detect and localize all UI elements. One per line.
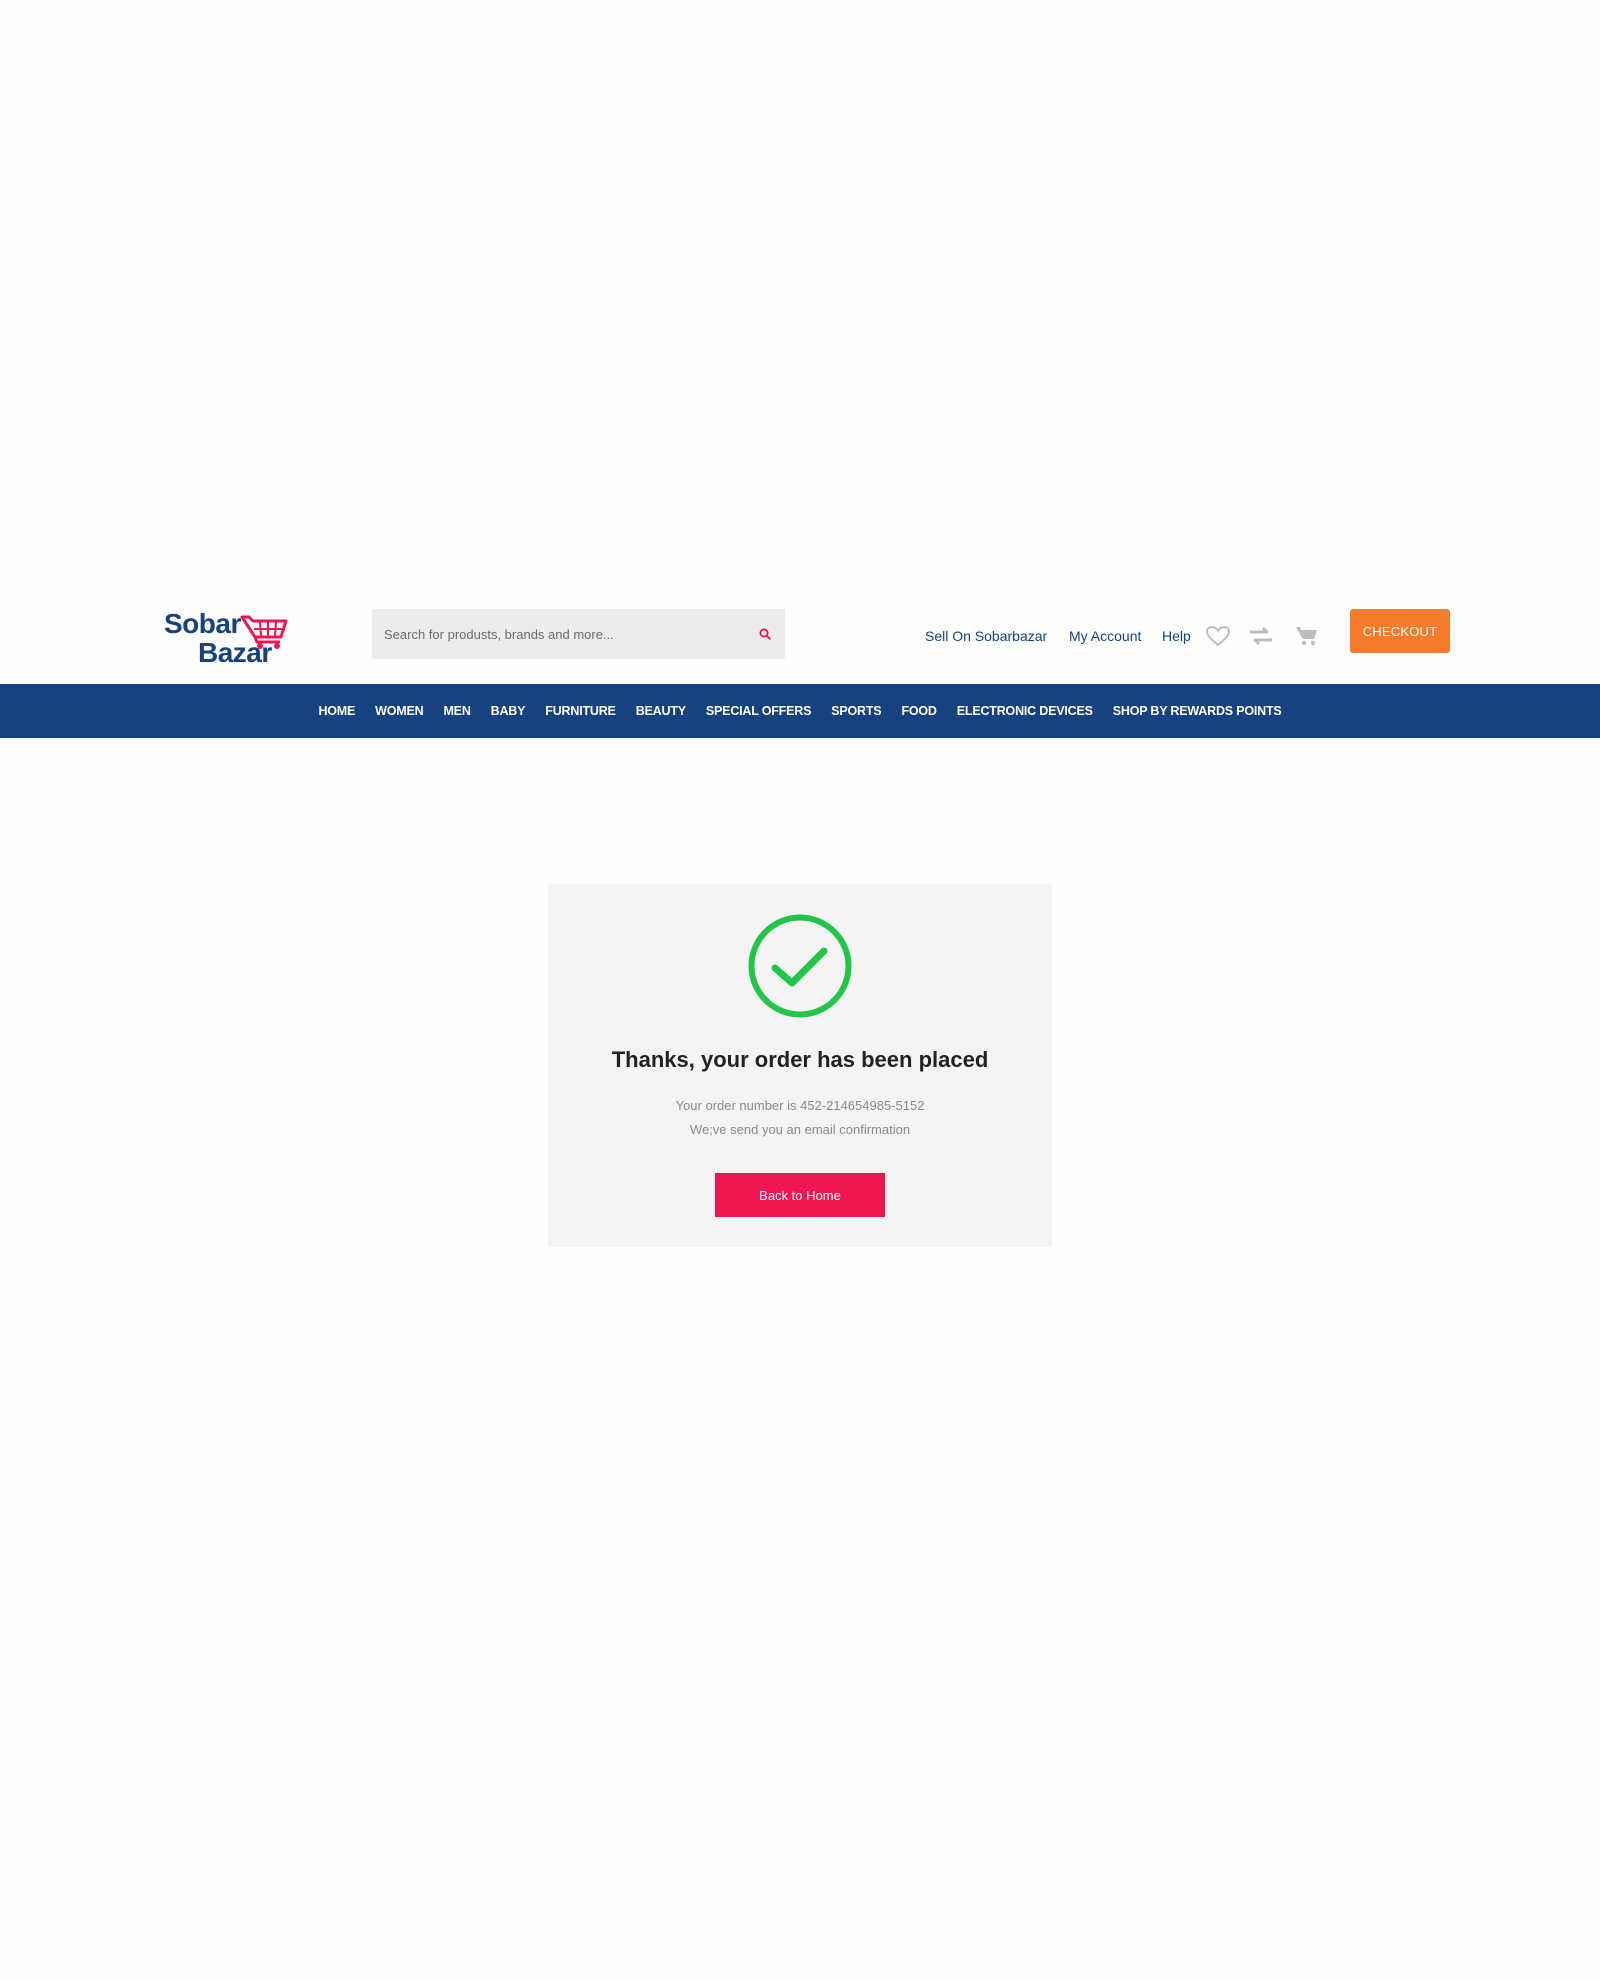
email-confirmation-text: We;ve send you an email confirmation — [689, 1122, 911, 1137]
nav-item-food[interactable]: FOOD — [901, 704, 937, 718]
nav-item-furniture[interactable]: FURNITURE — [545, 704, 616, 718]
nav-item-men[interactable]: MEN — [443, 704, 470, 718]
check-circle-icon — [748, 914, 852, 1018]
checkout-button[interactable]: CHECKOUT — [1350, 609, 1450, 653]
sell-on-sobarbazar-link[interactable]: Sell On Sobarbazar — [925, 628, 1047, 644]
order-number-text: Your order number is 452-214654985-5152 — [675, 1098, 925, 1113]
nav-item-beauty[interactable]: BEAUTY — [636, 704, 686, 718]
cart-icon[interactable] — [1293, 624, 1321, 648]
nav-item-shop-by-rewards-points[interactable]: SHOP BY REWARDS POINTS — [1113, 704, 1282, 718]
logo-cart-icon — [240, 615, 288, 649]
order-confirmation-card: Thanks, your order has been placed Your … — [548, 884, 1052, 1247]
logo-text-sobar: Sobar — [164, 608, 241, 639]
nav-item-women[interactable]: WOMEN — [375, 704, 424, 718]
compare-icon[interactable] — [1247, 624, 1275, 648]
sobarbazar-logo[interactable]: Sobar Bazar — [162, 604, 292, 667]
main-nav: HOME WOMEN MEN BABY FURNITURE BEAUTY SPE… — [0, 684, 1600, 738]
back-to-home-button[interactable]: Back to Home — [715, 1173, 885, 1217]
nav-item-electronic-devices[interactable]: ELECTRONIC DEVICES — [957, 704, 1093, 718]
site-header: Sobar Bazar Sell On Sobarbazar My Accoun… — [0, 590, 1600, 684]
search-icon[interactable] — [745, 609, 785, 659]
my-account-link[interactable]: My Account — [1069, 628, 1141, 644]
nav-item-baby[interactable]: BABY — [491, 704, 526, 718]
help-link[interactable]: Help — [1162, 628, 1191, 644]
search-bar — [372, 609, 785, 659]
heart-icon[interactable] — [1204, 624, 1232, 648]
confirmation-title: Thanks, your order has been placed — [611, 1047, 989, 1072]
search-input[interactable] — [372, 609, 742, 659]
nav-item-home[interactable]: HOME — [318, 704, 355, 718]
nav-item-sports[interactable]: SPORTS — [831, 704, 881, 718]
nav-item-special-offers[interactable]: SPECIAL OFFERS — [706, 704, 812, 718]
nav-list: HOME WOMEN MEN BABY FURNITURE BEAUTY SPE… — [0, 684, 1600, 738]
